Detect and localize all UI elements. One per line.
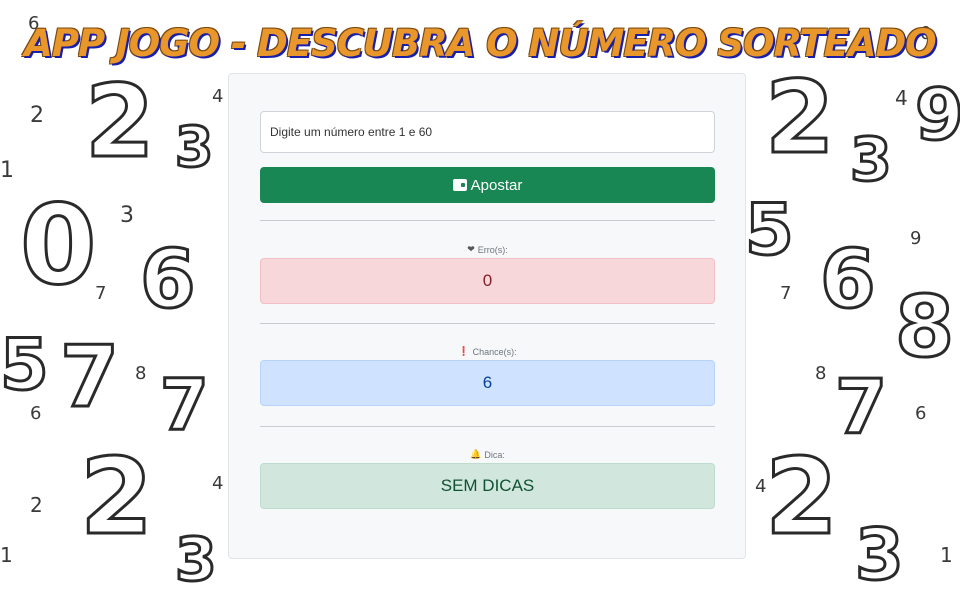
errors-label-row: ❤ Erro(s):	[260, 244, 715, 255]
page-title: APP JOGO - DESCUBRA O NÚMERO SORTEADO	[24, 22, 936, 65]
bg-digit: 7	[58, 328, 120, 427]
bg-digit: 1	[0, 543, 13, 567]
bet-button-label: Apostar	[470, 176, 523, 194]
bg-digit: 2	[764, 59, 837, 176]
bg-digit: 7	[780, 283, 792, 304]
bet-button[interactable]: Apostar	[260, 167, 715, 203]
bg-digit: 2	[763, 436, 839, 558]
chances-label-row: ❗ Chance(s):	[260, 346, 715, 357]
bg-digit: 3	[173, 115, 214, 179]
bg-digit: 1	[0, 158, 14, 183]
bg-digit: 6	[139, 233, 198, 326]
bg-digit: 4	[755, 476, 767, 497]
bg-digit: 6	[915, 403, 927, 424]
number-input[interactable]	[260, 111, 715, 153]
wallet-icon	[452, 179, 467, 191]
bg-digit: 2	[30, 493, 43, 517]
errors-label: Erro(s):	[477, 244, 508, 255]
hint-label: Dica:	[484, 449, 505, 460]
bg-digit: 4	[212, 473, 224, 494]
bg-digit: 5	[0, 324, 50, 406]
bell-icon: 🔔	[470, 449, 482, 459]
bg-digit: 7	[159, 364, 211, 446]
errors-count-box: 0	[260, 258, 715, 304]
heart-pulse-icon: ❤	[467, 244, 475, 254]
bg-digit: 3	[120, 203, 134, 228]
bg-digit: 4	[895, 86, 908, 110]
bg-digit: 8	[135, 363, 147, 384]
bg-digit: 9	[910, 228, 922, 249]
chances-count: 6	[482, 373, 493, 392]
bg-digit: 3	[854, 514, 906, 596]
bg-digit: 2	[30, 103, 44, 128]
hint-box: SEM DICAS	[260, 463, 715, 509]
divider	[260, 426, 715, 427]
chances-count-box: 6	[260, 360, 715, 406]
divider	[260, 323, 715, 324]
bg-digit: 2	[84, 63, 157, 180]
hint-label-row: 🔔 Dica:	[260, 449, 715, 460]
game-panel: Apostar ❤ Erro(s): 0 ❗ Chance(s): 6 🔔 Di…	[228, 73, 746, 559]
bg-digit: 3	[849, 125, 894, 195]
hint-text: SEM DICAS	[440, 476, 535, 495]
divider	[260, 220, 715, 221]
chances-label: Chance(s):	[472, 346, 517, 357]
bg-digit: 9	[914, 74, 960, 156]
bg-digit: 7	[95, 283, 107, 304]
errors-count: 0	[482, 271, 493, 290]
bg-digit: 0	[19, 181, 99, 309]
bg-digit: 8	[815, 363, 827, 384]
bg-digit: 7	[833, 363, 888, 451]
bg-digit: 1	[940, 543, 953, 567]
bg-digit: 6	[819, 233, 878, 326]
bg-digit: 6	[30, 403, 42, 424]
info-circle-icon: ❗	[458, 346, 470, 356]
bg-digit: 5	[744, 189, 796, 271]
bg-digit: 3	[174, 525, 219, 595]
bg-digit: 2	[78, 436, 154, 558]
bg-digit: 8	[893, 278, 955, 377]
bg-digit: 4	[212, 86, 224, 107]
